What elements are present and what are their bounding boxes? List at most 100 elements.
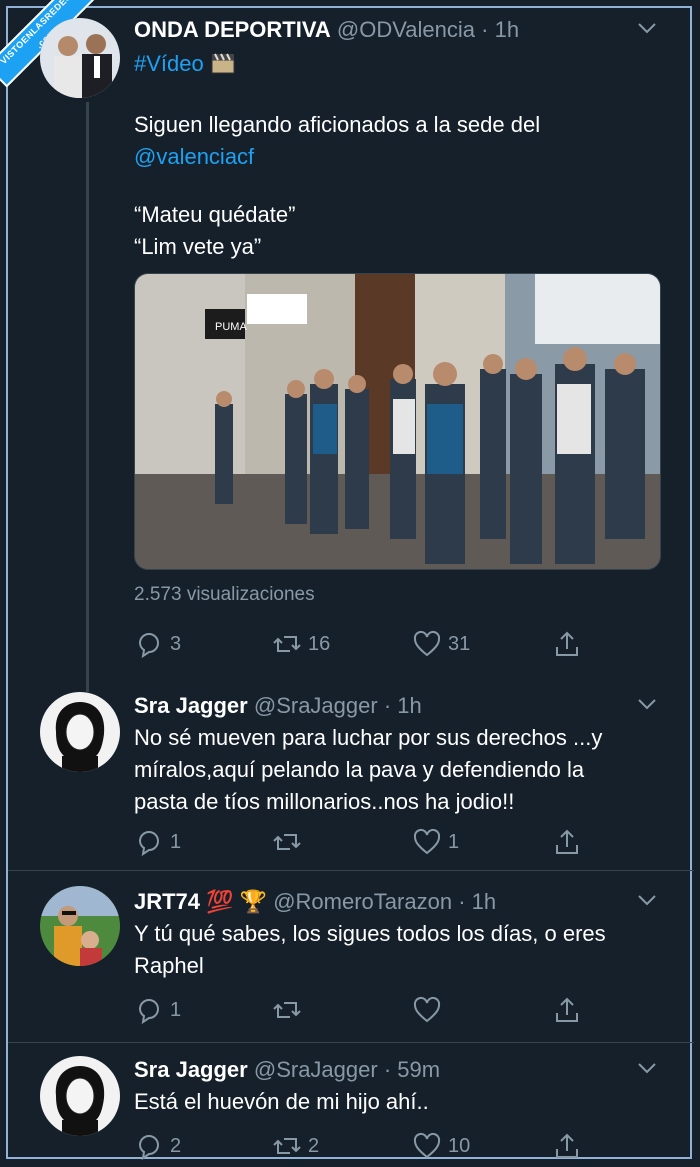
avatar[interactable] — [40, 18, 120, 98]
tweet-content: Sra Jagger @SraJagger · 1h No sé mueven … — [134, 692, 656, 857]
tweet-header: Sra Jagger @SraJagger · 59m — [134, 1057, 441, 1082]
tweet-text: Está el huevón de mi hijo ahí.. — [134, 1086, 654, 1118]
avatar[interactable] — [40, 1056, 120, 1136]
tweet-content: Sra Jagger @SraJagger · 59m Está el huev… — [134, 1056, 656, 1161]
tweet-line: míralos,aquí pelando la pava y defendien… — [134, 757, 585, 782]
share-icon — [556, 829, 578, 854]
tweet-content: JRT74 💯 🏆 @RomeroTarazon · 1h Y tú qué s… — [134, 888, 656, 1025]
timestamp[interactable]: 59m — [397, 1057, 440, 1082]
display-name[interactable]: JRT74 — [134, 889, 200, 914]
retweet-button[interactable] — [272, 826, 308, 858]
timestamp[interactable]: 1h — [397, 693, 421, 718]
video-thumbnail: PUMA — [135, 274, 660, 569]
retweet-button[interactable] — [272, 994, 308, 1026]
like-count: 31 — [448, 632, 471, 655]
tweet-header: ONDA DEPORTIVA @ODValencia · 1h — [134, 17, 520, 42]
share-icon — [556, 631, 578, 656]
like-count: 1 — [448, 830, 460, 853]
retweet-icon — [273, 636, 301, 652]
like-button[interactable]: 10 — [412, 1130, 470, 1162]
timestamp[interactable]: 1h — [495, 17, 519, 42]
like-count: 10 — [448, 1134, 471, 1157]
tweet-line: Y tú qué sabes, los sigues todos los día… — [134, 921, 606, 946]
share-button[interactable] — [552, 1130, 582, 1162]
reply-button[interactable]: 1 — [134, 826, 181, 858]
tweet-text: No sé mueven para luchar por sus derecho… — [134, 722, 654, 818]
like-button[interactable]: 31 — [412, 628, 470, 660]
retweet-button[interactable]: 2 — [272, 1130, 319, 1162]
user-handle[interactable]: @SraJagger — [254, 1057, 378, 1082]
share-button[interactable] — [552, 994, 582, 1026]
tweet-line: “Lim vete ya” — [134, 234, 262, 259]
retweet-button[interactable]: 16 — [272, 628, 330, 660]
retweet-icon — [273, 1002, 301, 1018]
retweet-count: 16 — [308, 632, 331, 655]
chevron-down-icon[interactable] — [636, 20, 658, 36]
tweet-header: JRT74 💯 🏆 @RomeroTarazon · 1h — [134, 889, 497, 914]
tweet-actions: 1 1 — [134, 826, 604, 858]
avatar[interactable] — [40, 692, 120, 772]
user-handle[interactable]: @SraJagger — [254, 693, 378, 718]
tweet-content: ONDA DEPORTIVA @ODValencia · 1h #Vídeo S… — [134, 16, 661, 659]
retweet-icon — [273, 834, 301, 850]
reply-button[interactable]: 1 — [134, 994, 181, 1026]
reply-count: 1 — [170, 998, 182, 1021]
mention-link[interactable]: @valenciacf — [134, 144, 254, 169]
heart-icon — [413, 1132, 441, 1159]
chevron-down-icon[interactable] — [636, 892, 658, 908]
reply-tweet-sra-jagger[interactable]: Sra Jagger @SraJagger · 1h No sé mueven … — [8, 680, 694, 870]
tweet-line: Raphel — [134, 953, 204, 978]
tweet-line: Siguen llegando aficionados a la sede de… — [134, 112, 541, 137]
hashtag-link[interactable]: #Vídeo — [134, 51, 204, 76]
reply-button[interactable]: 2 — [134, 1130, 181, 1162]
display-name[interactable]: Sra Jagger — [134, 693, 248, 718]
reply-icon — [138, 633, 159, 659]
heart-icon — [413, 828, 441, 855]
tweet-line: pasta de tíos millonarios..nos ha jodio!… — [134, 789, 515, 814]
heart-icon — [413, 996, 441, 1023]
tweet-text: Y tú qué sabes, los sigues todos los día… — [134, 918, 654, 982]
share-button[interactable] — [552, 628, 582, 660]
reply-tweet-sra-jagger-2[interactable]: Sra Jagger @SraJagger · 59m Está el huev… — [8, 1044, 694, 1161]
tweet-actions: 1 — [134, 994, 604, 1026]
tweet-actions: 3 16 31 — [134, 628, 604, 660]
share-icon — [556, 997, 578, 1022]
share-button[interactable] — [552, 826, 582, 858]
retweet-count: 2 — [308, 1134, 320, 1157]
reply-tweet-jrt74[interactable]: JRT74 💯 🏆 @RomeroTarazon · 1h Y tú qué s… — [8, 872, 694, 1042]
reply-icon — [138, 1135, 159, 1161]
divider — [8, 1042, 694, 1043]
avatar[interactable] — [40, 886, 120, 966]
tweet-line: No sé mueven para luchar por sus derecho… — [134, 725, 603, 750]
tweet-text: #Vídeo Siguen llegando aficionados a la … — [134, 48, 654, 263]
like-button[interactable] — [412, 994, 448, 1026]
tweet-actions: 2 2 10 — [134, 1130, 604, 1162]
chevron-down-icon[interactable] — [636, 1060, 658, 1076]
emoji-badges: 💯 🏆 — [206, 889, 268, 914]
divider — [8, 870, 694, 871]
clapper-emoji-icon — [210, 51, 236, 83]
tweet-line: “Mateu quédate” — [134, 202, 296, 227]
timeline-frame: VISTOENLASREDES .com ONDA DEPORTIVA @ODV… — [0, 0, 694, 1161]
user-handle[interactable]: @ODValencia — [337, 17, 475, 42]
svg-text:PUMA: PUMA — [215, 321, 247, 333]
reply-count: 1 — [170, 830, 182, 853]
tweet-line: Está el huevón de mi hijo ahí.. — [134, 1089, 429, 1114]
retweet-icon — [273, 1138, 301, 1154]
video-player[interactable]: PUMA — [134, 273, 661, 570]
display-name[interactable]: Sra Jagger — [134, 1057, 248, 1082]
reply-icon — [138, 999, 159, 1025]
display-name[interactable]: ONDA DEPORTIVA — [134, 17, 331, 42]
reply-count: 2 — [170, 1134, 182, 1157]
reply-button[interactable]: 3 — [134, 628, 181, 660]
chevron-down-icon[interactable] — [636, 696, 658, 712]
timestamp[interactable]: 1h — [472, 889, 496, 914]
heart-icon — [413, 630, 441, 657]
tweet-onda-deportiva[interactable]: ONDA DEPORTIVA @ODValencia · 1h #Vídeo S… — [8, 8, 694, 678]
user-handle[interactable]: @RomeroTarazon — [273, 889, 452, 914]
like-button[interactable]: 1 — [412, 826, 459, 858]
share-icon — [556, 1133, 578, 1158]
reply-icon — [138, 831, 159, 857]
tweet-header: Sra Jagger @SraJagger · 1h — [134, 693, 422, 718]
view-count: 2.573 visualizaciones — [134, 584, 315, 605]
